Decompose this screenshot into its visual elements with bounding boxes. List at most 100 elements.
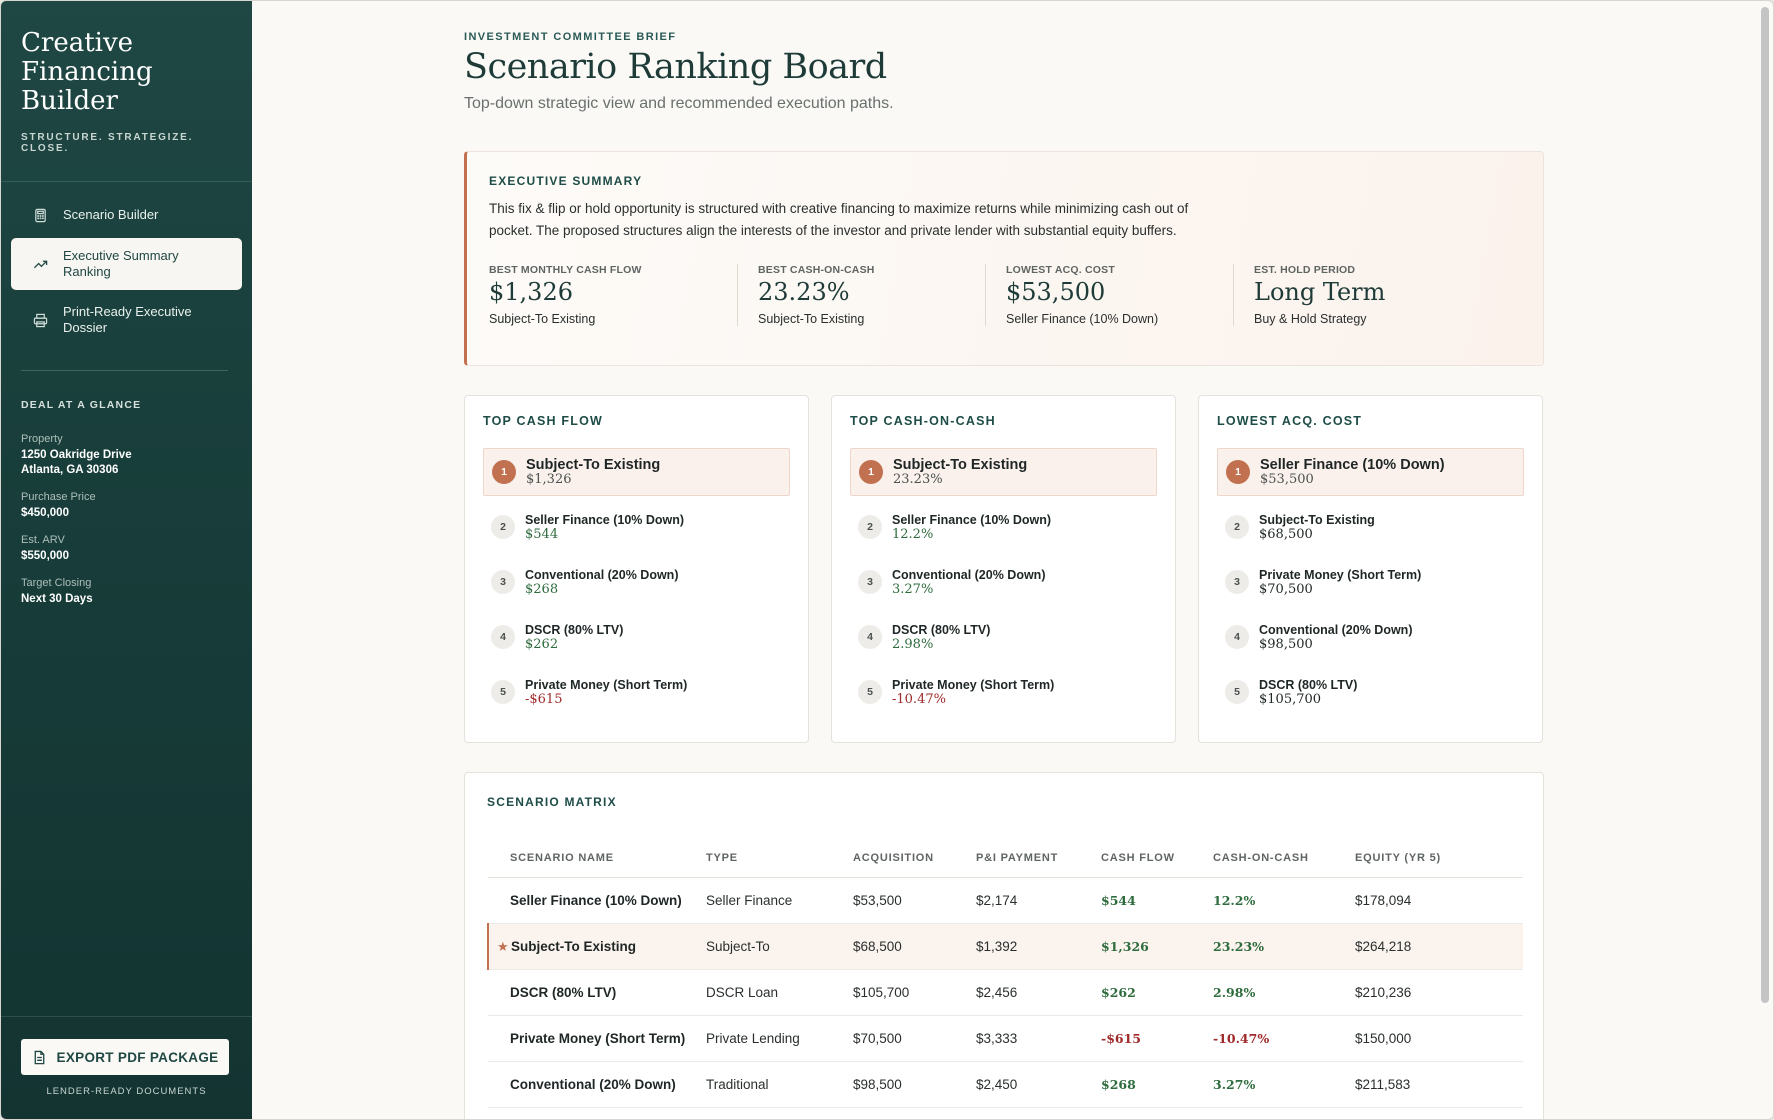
rank-value: -$615 bbox=[525, 691, 563, 707]
pi-payment-cell: $3,333 bbox=[976, 1015, 1101, 1062]
ranking-item[interactable]: 4 Conventional (20% Down) $98,500 bbox=[1217, 613, 1524, 661]
rank-name: Seller Finance (10% Down) bbox=[892, 512, 1052, 527]
cash-on-cash-cell-text: 12.2% bbox=[1213, 892, 1256, 908]
cash-flow-cell-text: $268 bbox=[1101, 1076, 1136, 1092]
ranking-item[interactable]: 1 Subject-To Existing $1,326 bbox=[483, 448, 790, 496]
scenario-name-cell-text: Seller Finance (10% Down) bbox=[510, 892, 682, 908]
metric-value: Long Term bbox=[1254, 278, 1386, 306]
rank-value: $98,500 bbox=[1259, 636, 1313, 652]
rank-name: DSCR (80% LTV) bbox=[525, 622, 624, 637]
ranking-item[interactable]: 4 DSCR (80% LTV) 2.98% bbox=[850, 613, 1157, 661]
column-header: EQUITY (YR 5) bbox=[1355, 839, 1523, 878]
ranking-item[interactable]: 5 Private Money (Short Term) -10.47% bbox=[850, 668, 1157, 716]
document-icon bbox=[34, 1050, 44, 1064]
ranking-item[interactable]: 1 Subject-To Existing 23.23% bbox=[850, 448, 1157, 496]
table-row[interactable]: Conventional (20% Down) Traditional $98,50… bbox=[488, 1061, 1523, 1108]
metric-hold-period: EST. HOLD PERIOD Long Term Buy & Hold St… bbox=[1233, 264, 1503, 326]
table-row[interactable]: Private Money (Short Term) Private Lendin… bbox=[488, 1015, 1523, 1062]
metric-label: BEST CASH-ON-CASH bbox=[758, 264, 875, 276]
type-cell: DSCR Loan bbox=[706, 969, 853, 1016]
rank-badge: 1 bbox=[492, 460, 516, 484]
scenario-name-cell: Conventional (20% Down) bbox=[488, 1061, 706, 1108]
ranking-item[interactable]: 3 Conventional (20% Down) $268 bbox=[483, 558, 790, 606]
scenario-name-cell-text: Subject-To Existing bbox=[511, 938, 637, 954]
rank-badge: 2 bbox=[491, 515, 515, 539]
ranking-item[interactable]: 3 Private Money (Short Term) $70,500 bbox=[1217, 558, 1524, 606]
pi-payment-cell: $2,456 bbox=[976, 969, 1101, 1016]
ranking-card-top-cash-flow: TOP CASH FLOW 1 Subject-To Existing $1,32… bbox=[464, 395, 809, 743]
star-icon: ★ bbox=[497, 938, 509, 954]
metric-note: Subject-To Existing bbox=[758, 312, 865, 326]
rank-badge: 3 bbox=[1225, 570, 1249, 594]
scenario-name-cell-text: DSCR (80% LTV) bbox=[510, 984, 617, 1000]
table-row[interactable]: DSCR (80% LTV) DSCR Loan $105,700 $2,456 $26… bbox=[488, 969, 1523, 1016]
rank-value: 2.98% bbox=[892, 636, 934, 652]
glance-heading: DEAL AT A GLANCE bbox=[21, 399, 142, 411]
summary-heading: EXECUTIVE SUMMARY bbox=[489, 174, 643, 188]
rank-value: 12.2% bbox=[892, 526, 934, 542]
ranking-item[interactable]: 5 DSCR (80% LTV) $105,700 bbox=[1217, 668, 1524, 716]
rank-value: $70,500 bbox=[1259, 581, 1313, 597]
app-window: Creative Financing Builder STRUCTURE. ST… bbox=[0, 0, 1774, 1120]
rank-value: 23.23% bbox=[893, 471, 943, 487]
ranking-item[interactable]: 2 Seller Finance (10% Down) $544 bbox=[483, 503, 790, 551]
cash-flow-cell-text: $262 bbox=[1101, 984, 1136, 1000]
ranking-item[interactable]: 2 Seller Finance (10% Down) 12.2% bbox=[850, 503, 1157, 551]
ranking-item[interactable]: 3 Conventional (20% Down) 3.27% bbox=[850, 558, 1157, 606]
main-content: INVESTMENT COMMITTEE BRIEF Scenario Rank… bbox=[252, 1, 1773, 1119]
type-cell-text: Traditional bbox=[706, 1076, 769, 1092]
equity-cell: $210,236 bbox=[1355, 969, 1523, 1016]
ranking-item[interactable]: 2 Subject-To Existing $68,500 bbox=[1217, 503, 1524, 551]
nav-item-executive-summary-ranking[interactable]: Executive Summary Ranking bbox=[11, 238, 242, 290]
scrollbar-thumb[interactable] bbox=[1761, 7, 1769, 1003]
nav-label: Executive Summary Ranking bbox=[63, 248, 179, 279]
matrix-body: Seller Finance (10% Down) Seller Finance $… bbox=[487, 877, 1523, 1108]
table-row[interactable]: ★ Subject-To Existing Subject-To $68,500 $1,… bbox=[487, 923, 1523, 970]
column-header: SCENARIO NAME bbox=[488, 839, 706, 878]
scenario-name-cell: DSCR (80% LTV) bbox=[488, 969, 706, 1016]
rank-badge: 3 bbox=[858, 570, 882, 594]
metric-best-cash-flow: BEST MONTHLY CASH FLOW $1,326 Subject-To… bbox=[489, 264, 759, 326]
ranking-list: 1 Subject-To Existing $1,326 2 Seller Fin… bbox=[483, 448, 790, 716]
nav-label: Scenario Builder bbox=[63, 207, 159, 222]
acquisition-cell: $105,700 bbox=[853, 969, 976, 1016]
rank-value: $105,700 bbox=[1259, 691, 1322, 707]
ranking-item[interactable]: 1 Seller Finance (10% Down) $53,500 bbox=[1217, 448, 1524, 496]
acquisition-cell: $98,500 bbox=[853, 1061, 976, 1108]
purchase-price-value: $450,000 bbox=[21, 507, 69, 519]
brand-tagline: STRUCTURE. STRATEGIZE. CLOSE. bbox=[21, 132, 194, 154]
export-pdf-label: EXPORT PDF PACKAGE bbox=[56, 1049, 219, 1065]
ranking-item[interactable]: 5 Private Money (Short Term) -$615 bbox=[483, 668, 790, 716]
scenario-matrix-card: SCENARIO MATRIX SCENARIO NAME TYPE ACQUI… bbox=[464, 772, 1544, 1119]
rank-name: Conventional (20% Down) bbox=[1259, 622, 1413, 637]
type-cell-text: DSCR Loan bbox=[706, 984, 779, 1000]
equity-cell-text: $178,094 bbox=[1355, 892, 1412, 908]
export-pdf-button[interactable]: EXPORT PDF PACKAGE bbox=[21, 1039, 229, 1075]
rank-badge: 3 bbox=[491, 570, 515, 594]
rank-name: DSCR (80% LTV) bbox=[892, 622, 991, 637]
scenario-name-cell: Private Money (Short Term) bbox=[488, 1015, 706, 1062]
pi-payment-cell-text: $2,174 bbox=[976, 892, 1018, 908]
equity-cell-text: $150,000 bbox=[1355, 1030, 1412, 1046]
type-cell: Private Lending bbox=[706, 1015, 853, 1062]
rank-badge: 5 bbox=[491, 680, 515, 704]
sidebar-footer: EXPORT PDF PACKAGE LENDER-READY DOCUMENT… bbox=[1, 1016, 252, 1119]
type-cell: Seller Finance bbox=[706, 877, 853, 924]
deal-at-a-glance: DEAL AT A GLANCE Property 1250 Oakridge … bbox=[1, 371, 252, 607]
equity-cell: $211,583 bbox=[1355, 1061, 1523, 1108]
rank-value: 3.27% bbox=[892, 581, 934, 597]
rank-name: Seller Finance (10% Down) bbox=[525, 512, 685, 527]
summary-text: This fix & flip or hold opportunity is s… bbox=[489, 201, 1189, 238]
target-closing-value: Next 30 Days bbox=[21, 593, 93, 605]
nav-item-print-ready-dossier[interactable]: Print-Ready Executive Dossier bbox=[11, 294, 242, 346]
rank-name: Conventional (20% Down) bbox=[525, 567, 679, 582]
ranking-item[interactable]: 4 DSCR (80% LTV) $262 bbox=[483, 613, 790, 661]
table-header-row: SCENARIO NAME TYPE ACQUISITION P&I PAYME… bbox=[488, 839, 1523, 878]
ranking-heading: TOP CASH-ON-CASH bbox=[850, 414, 996, 428]
page-eyebrow: INVESTMENT COMMITTEE BRIEF bbox=[464, 31, 677, 43]
metric-note: Seller Finance (10% Down) bbox=[1006, 312, 1159, 326]
rank-name: DSCR (80% LTV) bbox=[1259, 677, 1358, 692]
table-row[interactable]: Seller Finance (10% Down) Seller Finance $… bbox=[488, 877, 1523, 924]
metric-label: LOWEST ACQ. COST bbox=[1006, 264, 1115, 276]
nav-item-scenario-builder[interactable]: Scenario Builder bbox=[11, 196, 242, 234]
